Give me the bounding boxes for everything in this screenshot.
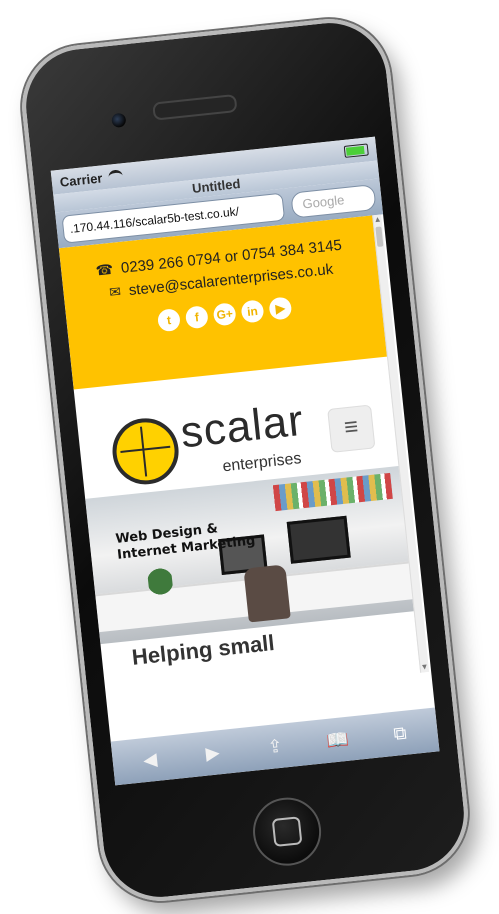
phone-icon: ☎: [94, 260, 114, 279]
envelope-icon: ✉: [108, 283, 122, 301]
chair-icon: [243, 564, 291, 623]
menu-button[interactable]: ≡: [327, 404, 376, 453]
bookshelf-icon: [272, 472, 393, 512]
brand-name: scalar: [178, 395, 307, 458]
forward-icon[interactable]: ▶: [194, 737, 231, 768]
home-square-icon: [271, 816, 303, 848]
linkedin-icon[interactable]: in: [240, 299, 265, 324]
monitor-icon: [286, 515, 351, 564]
back-icon[interactable]: ◀: [132, 744, 169, 775]
tabs-icon[interactable]: ⧉: [382, 718, 419, 749]
carrier-group: Carrier: [59, 168, 123, 189]
share-icon[interactable]: ⇪: [257, 731, 294, 762]
battery-level-icon: [345, 145, 365, 156]
scroll-up-icon[interactable]: ▲: [373, 214, 382, 225]
twitter-icon[interactable]: t: [156, 308, 182, 333]
carrier-label: Carrier: [59, 169, 104, 190]
google-plus-icon[interactable]: G+: [212, 302, 237, 327]
bookmarks-icon[interactable]: 📖: [319, 724, 356, 755]
web-page: ☎ 0239 266 0794 or 0754 384 3145 ✉ steve…: [58, 214, 431, 706]
globe-logo-icon: [109, 415, 182, 488]
plant-icon: [146, 560, 175, 603]
youtube-icon[interactable]: ▶: [268, 296, 293, 321]
search-input[interactable]: Google: [290, 184, 377, 219]
scroll-thumb[interactable]: [375, 226, 384, 247]
battery-icon: [343, 143, 369, 158]
social-links: t f G+ in ▶: [156, 296, 293, 333]
phone-mockup: Carrier Untitled .170.44.116/scalar5b-te…: [16, 13, 474, 907]
facebook-icon[interactable]: f: [184, 305, 209, 330]
phone-screen: Carrier Untitled .170.44.116/scalar5b-te…: [50, 136, 440, 786]
brand-tagline: enterprises: [221, 450, 303, 476]
stage: Carrier Untitled .170.44.116/scalar5b-te…: [0, 0, 499, 914]
wifi-icon: [107, 168, 123, 184]
scroll-down-icon[interactable]: ▼: [420, 662, 429, 673]
